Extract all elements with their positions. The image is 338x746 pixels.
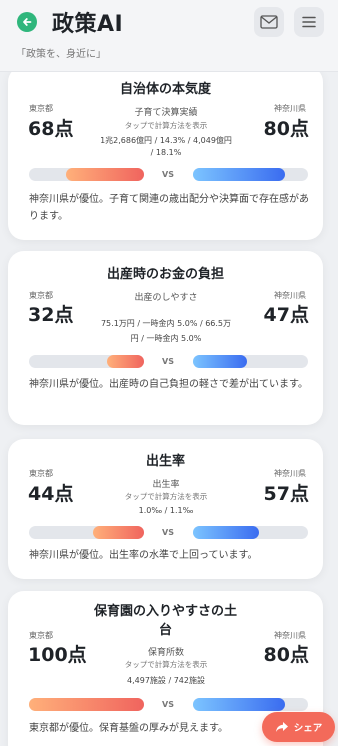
right-score-bar xyxy=(193,355,308,368)
right-score-bar xyxy=(193,698,308,711)
tagline: 「政策を、身近に」 xyxy=(16,49,106,60)
vs-label: VS xyxy=(162,528,174,537)
card-title-line1: 保育園の入りやすさの土 xyxy=(93,604,237,619)
card-title: 自治体の本気度 xyxy=(119,82,211,97)
left-prefecture-label: 東京都 xyxy=(29,469,53,478)
calc-method-hint[interactable]: タップで計算方法を表示 xyxy=(86,491,246,502)
share-button[interactable]: シェア xyxy=(262,712,335,742)
left-score-bar-fill xyxy=(93,526,144,539)
metric-values-line1: 4,497施設 / 742施設 xyxy=(127,676,205,685)
metric-name: 出生率 xyxy=(152,480,180,490)
metric-values-line1: 1兆2,686億円 / 14.3% / 4,049億円 xyxy=(100,136,232,145)
right-score: 57点 xyxy=(263,483,309,505)
mail-icon xyxy=(260,15,278,29)
left-score-bar xyxy=(29,168,144,181)
metric-values-line1: 75.1万円 / 一時金内 5.0% / 66.5万 xyxy=(100,319,232,328)
app-title: 政策AI xyxy=(52,12,124,37)
left-prefecture-label: 東京都 xyxy=(29,104,53,113)
share-arrow-icon xyxy=(275,722,288,732)
vs-label: VS xyxy=(162,170,174,179)
metric-name: 子育て決算実績 xyxy=(134,108,198,118)
vs-label: VS xyxy=(162,357,174,366)
comparison-comment: 神奈川県が優位。子育て関連の歳出配分や決算面で存在感があります。 xyxy=(29,194,309,222)
metric-name: 出産のしやすさ xyxy=(134,293,198,303)
arrow-left-icon xyxy=(23,18,32,26)
right-score: 80点 xyxy=(263,644,309,666)
right-score-bar xyxy=(193,526,308,539)
calc-method-hint[interactable]: タップで計算方法を表示 xyxy=(86,120,246,131)
vs-label: VS xyxy=(162,700,174,709)
comparison-comment: 神奈川県が優位。出生率の水準で上回っています。 xyxy=(29,550,258,561)
mail-button[interactable] xyxy=(254,7,284,37)
left-score-bar xyxy=(29,526,144,539)
right-score: 47点 xyxy=(263,304,309,326)
right-score-bar-fill xyxy=(193,355,248,368)
left-score-bar-fill xyxy=(107,355,144,368)
metric-values-line2: 円 / 一時金内 5.0% xyxy=(130,334,202,343)
comparison-comment: 神奈川県が優位。出産時の自己負担の軽さで差が出ています。 xyxy=(29,379,308,390)
left-score: 100点 xyxy=(28,644,87,666)
metric-name: 保育所数 xyxy=(147,648,184,658)
card-title: 出産時のお金の負担 xyxy=(106,267,224,282)
metric-values-line1: 1.0‰ / 1.1‰ xyxy=(138,506,194,515)
hamburger-menu-icon xyxy=(302,16,316,28)
right-score-bar-fill xyxy=(193,168,285,181)
right-score-bar-fill xyxy=(193,526,259,539)
metric-values-line2: / 18.1% xyxy=(150,148,182,157)
calc-method-hint[interactable]: タップで計算方法を表示 xyxy=(86,659,246,670)
app-header: 政策AI 「政策を、身近に」 xyxy=(0,0,338,72)
right-score-bar-fill xyxy=(193,698,285,711)
left-score-bar xyxy=(29,355,144,368)
left-score-bar-fill xyxy=(65,168,144,181)
comparison-card-commitment[interactable]: 自治体の本気度 東京都 神奈川県 68点 80点 子育て決算実績 タップで計算方… xyxy=(8,66,323,240)
comparison-card-birth-cost[interactable]: 出産時のお金の負担 東京都 神奈川県 32点 47点 出産のしやすさ 75.1万… xyxy=(8,251,323,425)
left-score: 44点 xyxy=(28,483,74,505)
right-score: 80点 xyxy=(263,118,309,140)
left-score-bar-fill xyxy=(29,698,144,711)
right-prefecture-label: 神奈川県 xyxy=(274,104,306,113)
share-label: シェア xyxy=(293,723,323,734)
left-score: 68点 xyxy=(28,118,74,140)
menu-button[interactable] xyxy=(294,7,324,37)
comparison-card-birth-rate[interactable]: 出生率 東京都 神奈川県 44点 57点 出生率 タップで計算方法を表示 1.0… xyxy=(8,439,323,579)
left-score: 32点 xyxy=(28,304,74,326)
left-score-bar xyxy=(29,698,144,711)
back-button[interactable] xyxy=(17,12,37,32)
right-score-bar xyxy=(193,168,308,181)
right-prefecture-label: 神奈川県 xyxy=(274,469,306,478)
